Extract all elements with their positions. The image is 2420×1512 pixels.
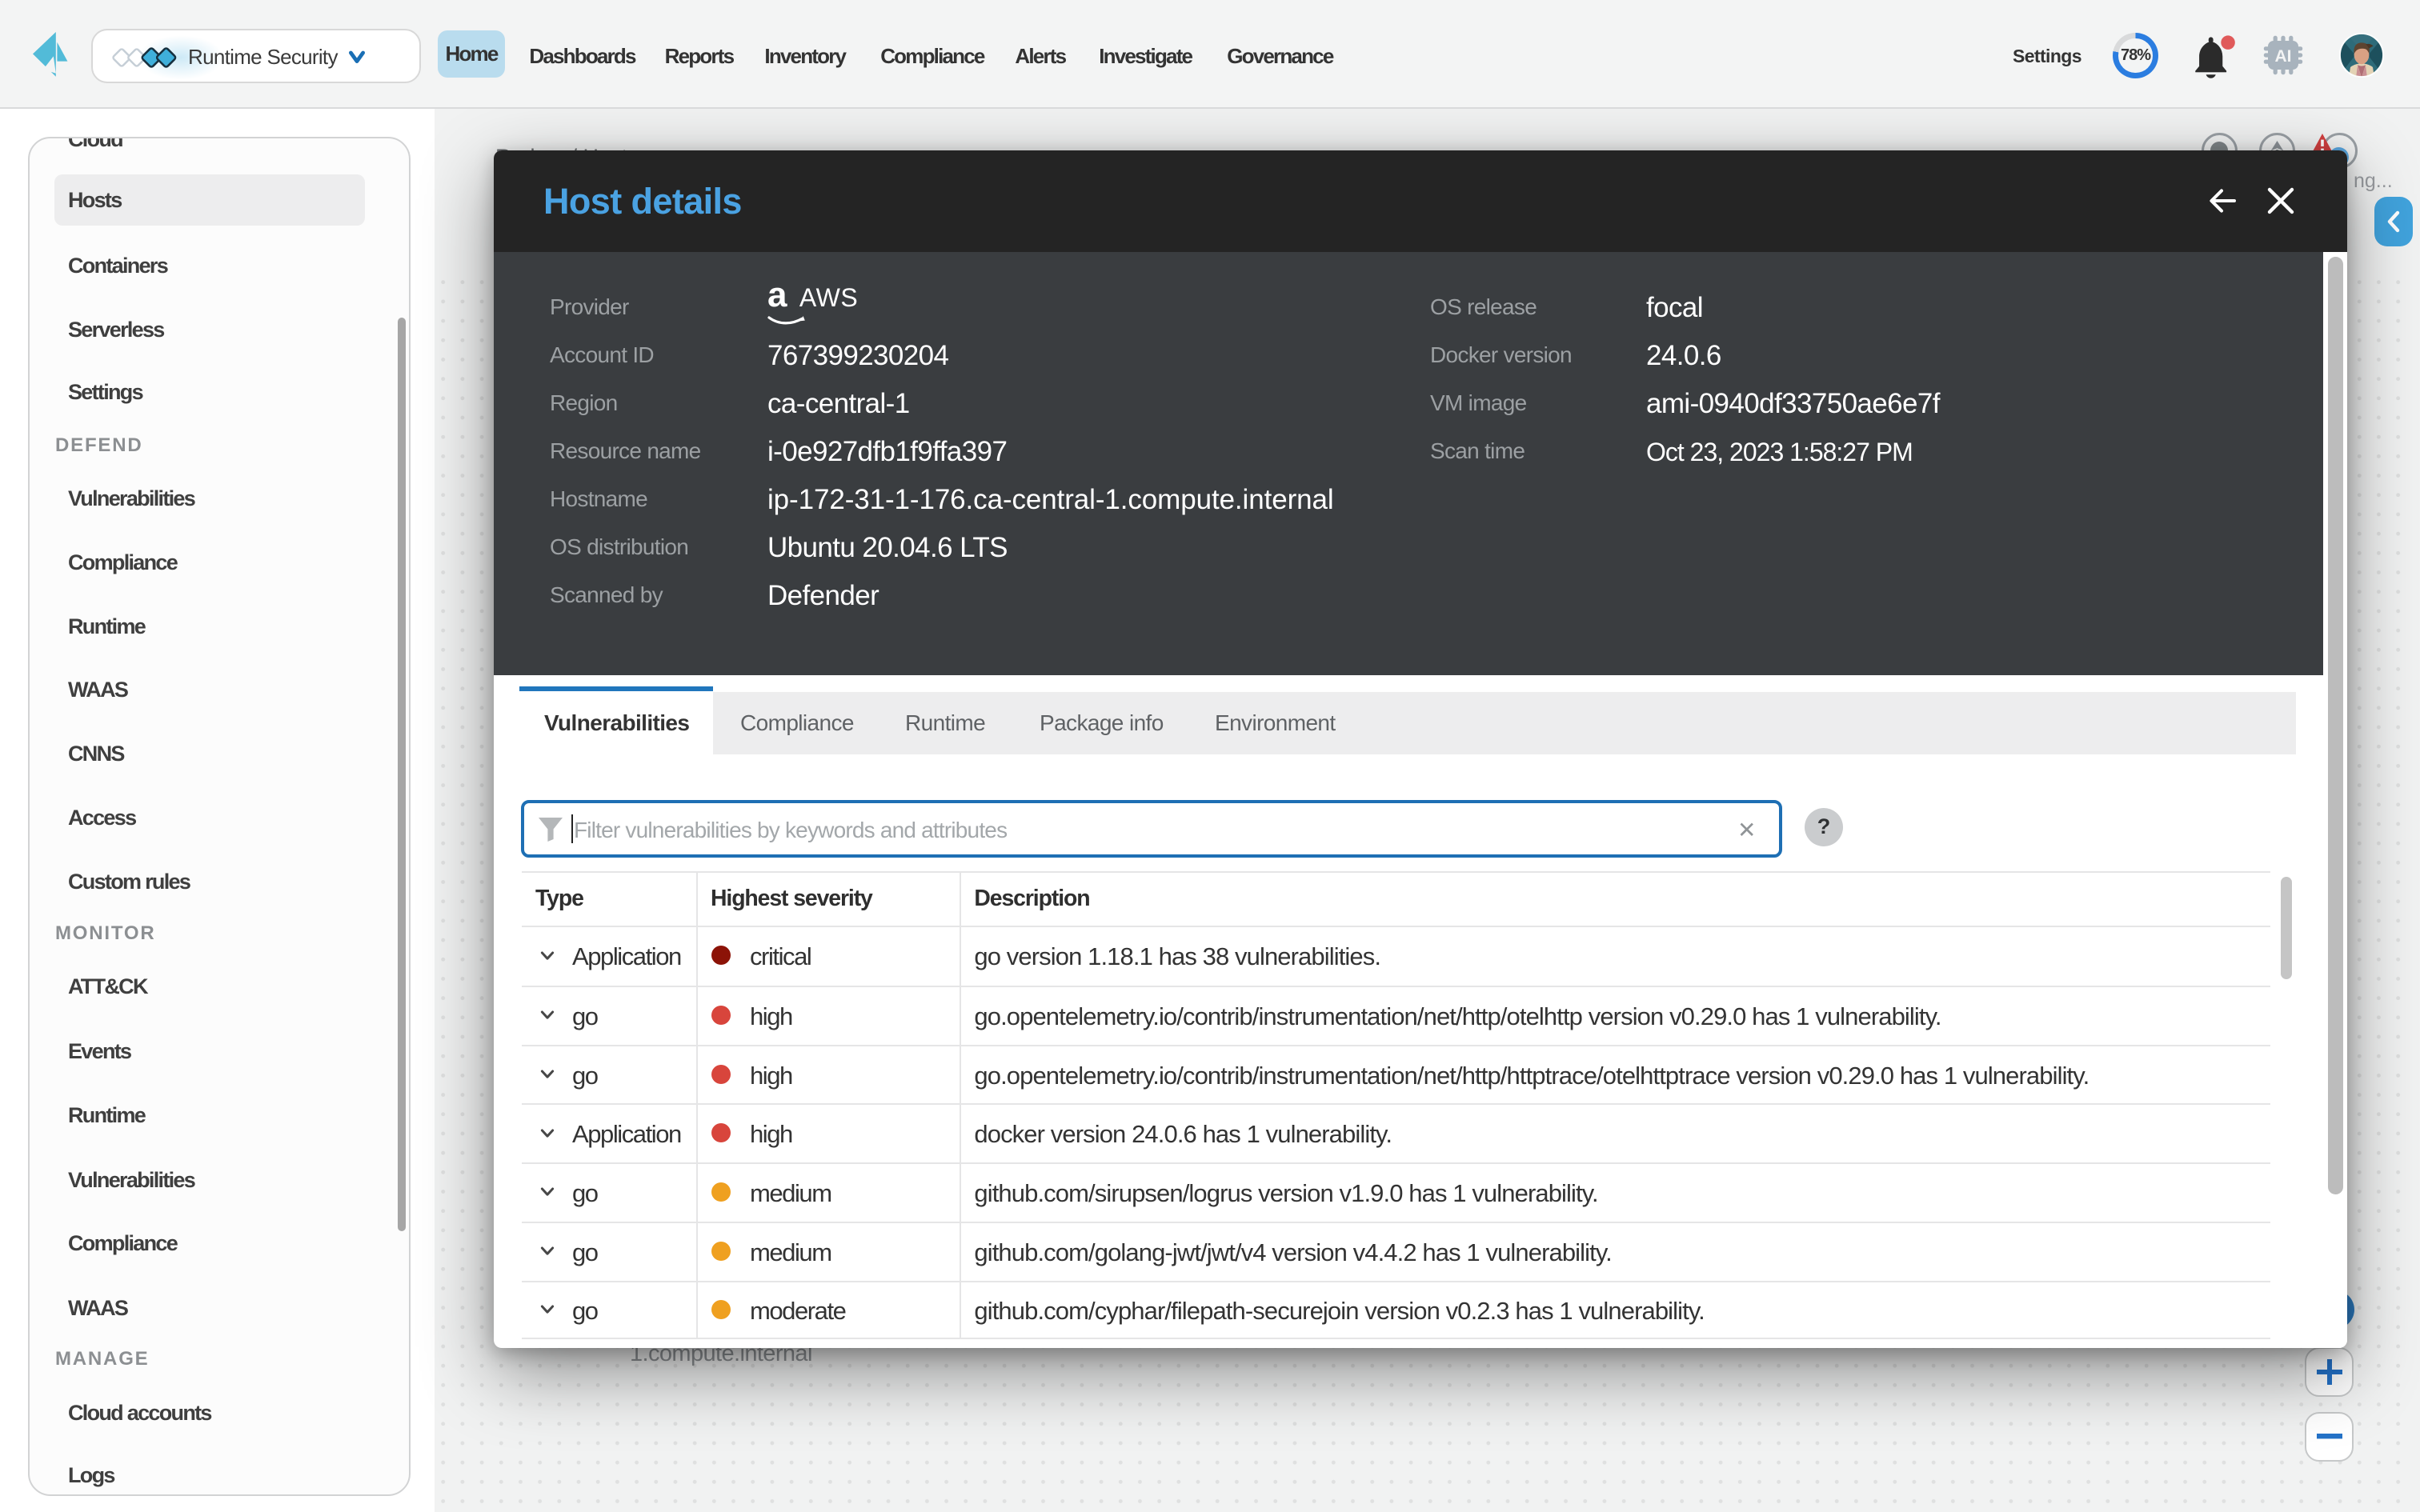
- svg-text:AI: AI: [2275, 47, 2292, 66]
